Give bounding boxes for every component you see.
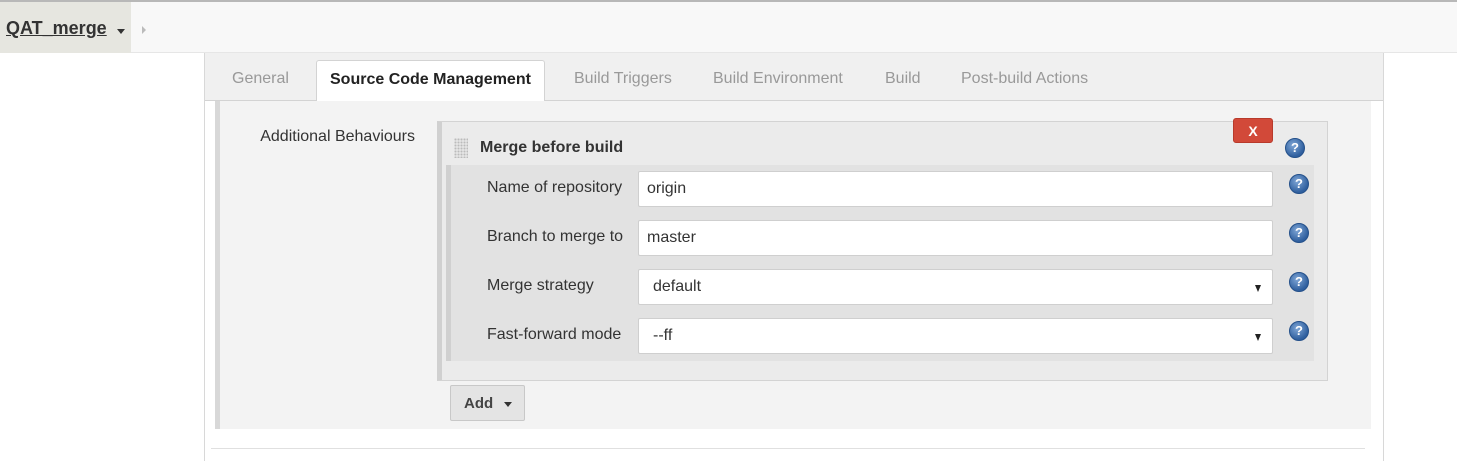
behaviour-title: Merge before build (480, 139, 624, 156)
help-icon[interactable]: ? (1289, 321, 1309, 341)
drag-handle-icon[interactable] (454, 138, 468, 158)
help-icon[interactable]: ? (1285, 138, 1305, 158)
fast-forward-mode-value: --ff (653, 327, 673, 344)
chevron-right-icon (142, 26, 146, 34)
repository-name-input[interactable]: origin (638, 171, 1273, 207)
add-button-label: Add (464, 395, 494, 412)
tab-build[interactable]: Build (872, 60, 934, 101)
field-label-repository: Name of repository (487, 179, 623, 196)
merge-before-build-block: Merge before build X ? Name of repositor… (437, 118, 1328, 381)
config-form: General Source Code Management Build Tri… (204, 53, 1384, 461)
tab-bar: General Source Code Management Build Tri… (205, 53, 1383, 102)
breadcrumb-bar: QAT_merge (0, 0, 1457, 53)
help-icon[interactable]: ? (1289, 272, 1309, 292)
behaviour-fields: Name of repository origin ? Branch to me… (446, 165, 1314, 361)
merge-strategy-value: default (653, 278, 702, 295)
chevron-down-icon (504, 402, 512, 407)
divider (211, 448, 1365, 449)
tab-post-build-actions[interactable]: Post-build Actions (948, 60, 1101, 101)
dropdown-arrow-icon (1255, 334, 1261, 341)
tab-source-code-management[interactable]: Source Code Management (316, 60, 545, 102)
dropdown-arrow-icon (1255, 285, 1261, 292)
field-label-branch: Branch to merge to (487, 228, 624, 245)
help-icon[interactable]: ? (1289, 223, 1309, 243)
delete-behaviour-button[interactable]: X (1233, 118, 1273, 143)
section-label: Additional Behaviours (260, 128, 415, 145)
fast-forward-mode-select[interactable]: --ff (638, 318, 1273, 354)
field-label-fast-forward: Fast-forward mode (487, 326, 622, 343)
additional-behaviours-section: Additional Behaviours Merge before build… (215, 101, 1371, 429)
tab-build-environment[interactable]: Build Environment (700, 60, 856, 101)
breadcrumb: QAT_merge (0, 2, 131, 53)
chevron-down-icon[interactable] (117, 29, 125, 34)
merge-strategy-select[interactable]: default (638, 269, 1273, 305)
help-icon[interactable]: ? (1289, 174, 1309, 194)
tab-general[interactable]: General (219, 60, 302, 101)
add-behaviour-button[interactable]: Add (450, 385, 525, 421)
field-label-merge-strategy: Merge strategy (487, 277, 594, 294)
branch-to-merge-input[interactable]: master (638, 220, 1273, 256)
tab-build-triggers[interactable]: Build Triggers (561, 60, 685, 101)
breadcrumb-job-link[interactable]: QAT_merge (6, 18, 107, 39)
